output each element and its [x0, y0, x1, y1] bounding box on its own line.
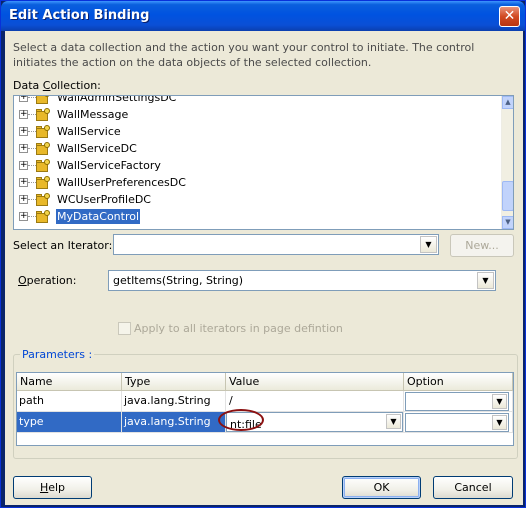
close-button[interactable]: ✕	[499, 6, 520, 27]
window-title: Edit Action Binding	[9, 8, 150, 23]
vertical-scrollbar[interactable]: ▲ ▼	[501, 96, 513, 229]
chevron-down-icon[interactable]: ▼	[492, 415, 507, 430]
tree-item-label: WallMessage	[57, 108, 129, 121]
tree-connector	[28, 199, 36, 200]
expand-icon[interactable]: +	[19, 127, 28, 136]
data-control-icon	[36, 176, 52, 189]
tree-item-label: WallAdminSettingsDC	[57, 95, 177, 104]
chevron-down-icon[interactable]: ▼	[386, 414, 401, 429]
param-value-cell: nt:file ▼	[226, 412, 404, 433]
data-control-icon	[36, 96, 52, 104]
tree-item[interactable]: + WallAdminSettingsDC	[14, 95, 494, 106]
param-value-cell[interactable]: /	[226, 391, 404, 412]
param-option-cell: ▼	[404, 412, 513, 433]
data-collection-label: Data Collection:	[13, 79, 101, 92]
chevron-down-icon[interactable]: ▼	[420, 236, 437, 253]
param-value-text: /	[229, 394, 233, 407]
tree-connector	[28, 148, 36, 149]
scroll-thumb[interactable]	[502, 181, 513, 211]
tree-item-label: MyDataControl	[56, 209, 141, 224]
chevron-down-icon[interactable]: ▼	[492, 394, 507, 409]
tree-connector	[28, 216, 36, 217]
tree-item-label: WallUserPreferencesDC	[57, 176, 186, 189]
expand-icon[interactable]: +	[19, 212, 28, 221]
operation-value: getItems(String, String)	[113, 274, 244, 287]
data-control-icon	[36, 159, 52, 172]
option-select[interactable]: ▼	[405, 413, 509, 432]
tree-item[interactable]: + WallServiceFactory	[14, 157, 494, 174]
data-control-icon	[36, 193, 52, 206]
expand-icon[interactable]: +	[19, 96, 28, 102]
tree-connector	[28, 114, 36, 115]
new-iterator-button[interactable]: New...	[450, 234, 514, 257]
tree-item-label: WallServiceDC	[57, 142, 137, 155]
chevron-down-icon[interactable]: ▼	[477, 272, 494, 289]
tree-connector	[28, 165, 36, 166]
iterator-label: Select an Iterator:	[13, 239, 113, 252]
parameters-title: Parameters :	[20, 348, 95, 361]
column-header-name[interactable]: Name	[17, 373, 122, 391]
tree-item[interactable]: + WallService	[14, 123, 494, 140]
value-editor-text[interactable]: nt:file	[230, 415, 262, 432]
operation-label: Operation:	[18, 274, 77, 287]
column-header-value[interactable]: Value	[226, 373, 404, 391]
expand-icon[interactable]: +	[19, 144, 28, 153]
tree-connector	[28, 131, 36, 132]
param-name-cell[interactable]: type	[17, 412, 122, 433]
tree-item-selected[interactable]: + MyDataControl	[14, 208, 494, 225]
tree-item-label: WallServiceFactory	[57, 159, 161, 172]
tree-item-label: WCUserProfileDC	[57, 193, 151, 206]
data-control-icon	[36, 108, 52, 121]
scroll-down-icon[interactable]: ▼	[502, 216, 513, 229]
tree-item[interactable]: + WCUserProfileDC	[14, 191, 494, 208]
description-text: Select a data collection and the action …	[13, 41, 475, 69]
tree-connector	[28, 97, 36, 98]
ok-button[interactable]: OK	[342, 476, 421, 499]
apply-all-label: Apply to all iterators in page defintion	[134, 322, 343, 335]
parameters-table: Name Type Value Option path java.lang.St…	[16, 372, 514, 446]
operation-select[interactable]: getItems(String, String) ▼	[108, 270, 496, 291]
tree-item[interactable]: + WallUserPreferencesDC	[14, 174, 494, 191]
param-type-cell[interactable]: java.lang.String	[122, 412, 226, 433]
scroll-up-icon[interactable]: ▲	[502, 96, 513, 109]
title-bar[interactable]: Edit Action Binding ✕	[1, 1, 525, 31]
option-select[interactable]: ▼	[405, 392, 509, 411]
dialog-body: Select a data collection and the action …	[5, 31, 523, 505]
tree-connector	[28, 182, 36, 183]
param-option-cell: ▼	[404, 391, 513, 412]
tree-item-label: WallService	[57, 125, 121, 138]
apply-all-checkbox[interactable]	[118, 322, 131, 335]
data-control-icon	[36, 210, 52, 223]
data-control-icon	[36, 142, 52, 155]
tree-item[interactable]: + WallMessage	[14, 106, 494, 123]
expand-icon[interactable]: +	[19, 161, 28, 170]
expand-icon[interactable]: +	[19, 178, 28, 187]
help-button[interactable]: Help	[13, 476, 92, 499]
edit-action-binding-dialog: Edit Action Binding ✕ Select a data coll…	[0, 0, 526, 508]
column-header-type[interactable]: Type	[122, 373, 226, 391]
column-header-option[interactable]: Option	[404, 373, 513, 391]
param-name-cell[interactable]: path	[17, 391, 122, 412]
param-type-cell[interactable]: java.lang.String	[122, 391, 226, 412]
data-control-icon	[36, 125, 52, 138]
cancel-button[interactable]: Cancel	[433, 476, 513, 499]
data-collection-tree[interactable]: + WallAdminSettingsDC + WallMessage + Wa…	[13, 95, 514, 230]
expand-icon[interactable]: +	[19, 110, 28, 119]
iterator-select[interactable]: ▼	[113, 234, 439, 255]
tree-item[interactable]: + WallServiceDC	[14, 140, 494, 157]
expand-icon[interactable]: +	[19, 195, 28, 204]
value-editor[interactable]: nt:file ▼	[226, 412, 403, 432]
